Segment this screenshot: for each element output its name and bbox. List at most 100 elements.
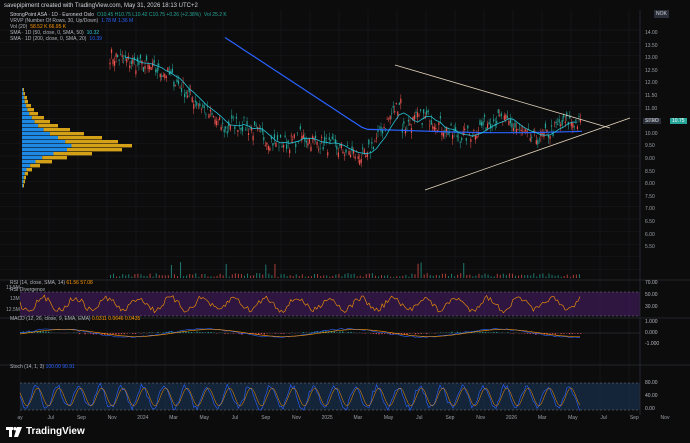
macd-label[interactable]: MACD (12, 26, close, 9, EMA, EMA) [10, 316, 91, 322]
candle-body [161, 75, 163, 78]
candle-body [241, 126, 244, 132]
candle-body [451, 134, 454, 139]
vrvp-values: 1.78 M 1.36 M [101, 18, 134, 24]
candle-body [209, 109, 212, 112]
profile-bar-up [22, 152, 54, 156]
rsi-label[interactable]: RSI (14, close, SMA, 14) [10, 280, 65, 286]
candle-body [384, 128, 387, 129]
chart-grid [0, 10, 640, 415]
volume-bar [250, 275, 252, 278]
tradingview-logo-icon [6, 426, 22, 437]
rsi-divergence-label[interactable]: RSI Divergence [10, 287, 45, 293]
volume-bar [575, 274, 577, 278]
candle-body [208, 114, 210, 118]
candle-body [561, 119, 563, 125]
macd-hist-bar [524, 333, 526, 334]
profile-bar-up [22, 124, 39, 128]
profile-bar-down [22, 88, 24, 92]
profile-bar-down [43, 128, 70, 132]
candle-body [226, 131, 228, 134]
macd-hist-bar [227, 333, 229, 334]
macd-hist-bar [288, 333, 291, 334]
volume-bar [271, 275, 273, 278]
volume-profile [22, 88, 132, 188]
macd-hist-bar [333, 331, 335, 333]
candle-body [165, 76, 167, 78]
candle-body [305, 140, 308, 143]
macd-hist-bar [501, 332, 503, 333]
candle-body [496, 121, 498, 124]
macd-hist-bar [112, 333, 114, 335]
volume-bar [359, 275, 361, 278]
price-chart[interactable] [0, 10, 690, 420]
candle-body [503, 115, 505, 120]
macd-hist-bar [336, 332, 338, 333]
candle-body [550, 125, 553, 127]
volume-bar [268, 273, 270, 278]
candle-body [346, 145, 349, 146]
price-axis-label: 6.00 [645, 231, 655, 238]
volume-bar [274, 263, 276, 278]
macd-hist-bar [496, 331, 498, 333]
profile-bar-up [22, 180, 24, 184]
candle-body [153, 60, 155, 64]
macd-hist-bar [134, 333, 137, 334]
volume-bar [429, 275, 431, 278]
candle-body [483, 115, 486, 117]
candle-body [366, 152, 368, 158]
profile-bar-up [22, 100, 25, 104]
volume-bar [405, 274, 407, 278]
stoch-axis-label: 80.00 [645, 380, 658, 386]
candle-body [118, 59, 120, 61]
candle-body [110, 49, 113, 54]
volume-bar [463, 262, 465, 278]
macd-hist-bar [162, 332, 165, 333]
volume-bar [511, 273, 513, 278]
rsi-band [20, 292, 640, 316]
candle-body [220, 127, 222, 131]
candle-body [488, 122, 490, 125]
candle-body [479, 120, 481, 126]
sma200-label[interactable]: SMA · 1D (200, close, 0, SMA, 20) [10, 36, 86, 42]
volume-bar [536, 276, 538, 278]
candle-body [386, 118, 388, 120]
volume-bar [110, 275, 111, 278]
macd-hist-bar [493, 331, 495, 333]
volume-bar [533, 273, 535, 278]
candle-body [196, 102, 198, 106]
macd-hist-bar [151, 332, 153, 333]
candle-body [415, 111, 417, 113]
candle-body [360, 158, 362, 163]
profile-bar-up [22, 88, 23, 92]
candle-body [505, 114, 507, 120]
macd-hist-bar [459, 332, 461, 333]
candle-body [276, 135, 279, 140]
macd-hist-bar [207, 331, 209, 333]
candle-body [199, 103, 201, 107]
candle-body [432, 126, 434, 129]
candle-body [398, 103, 400, 105]
candle-body [429, 125, 431, 127]
stoch-label[interactable]: Stoch (14, 1, 3) [10, 364, 44, 370]
macd-hist-bar [342, 331, 344, 333]
candle-body [537, 140, 539, 145]
macd-hist-bar [512, 333, 515, 334]
candle-body [267, 145, 269, 150]
candle-body [296, 132, 298, 134]
tradingview-logo[interactable]: TradingView [6, 426, 85, 437]
macd-hist-bar [210, 332, 212, 333]
candle-body [191, 97, 193, 102]
candle-body [185, 91, 187, 94]
candle-body [493, 119, 495, 122]
price-axis-label: 7.00 [645, 206, 655, 213]
volume-bar [277, 276, 279, 278]
candle-body [518, 127, 521, 129]
volume-bar [545, 276, 547, 278]
macd-hist-bar [414, 333, 417, 335]
volume-bar [176, 276, 178, 278]
volume-bar [298, 275, 300, 278]
macd-hist-bar [381, 333, 383, 335]
candle-body [132, 59, 134, 64]
volume-bar [448, 276, 450, 278]
profile-bar-down [26, 168, 32, 172]
